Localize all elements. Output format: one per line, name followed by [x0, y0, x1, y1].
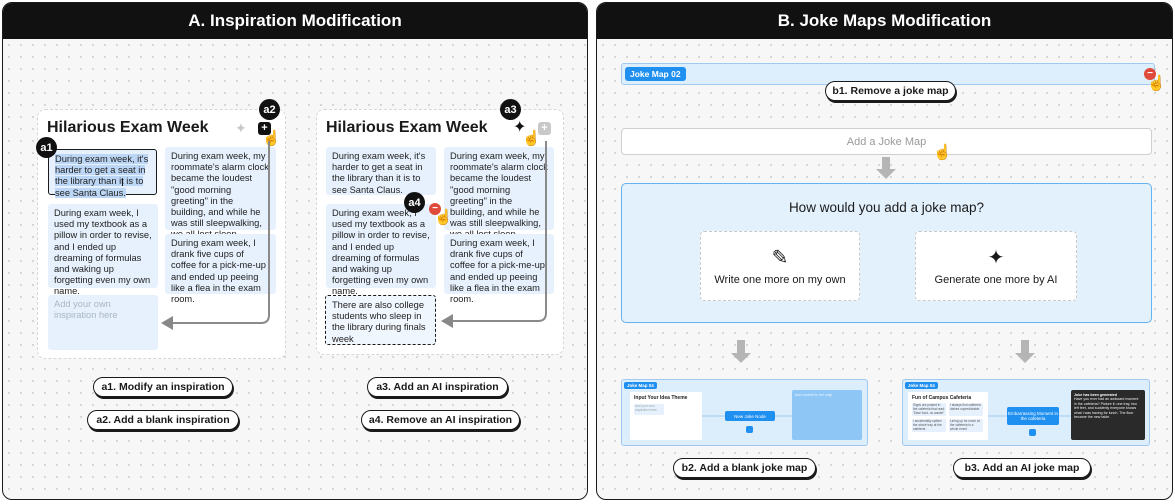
- label-a2: a2. Add a blank inspiration: [87, 410, 239, 430]
- ai-joke-map-preview: Joke Map 04 Fun of Campus Cafeteria Sign…: [902, 379, 1150, 446]
- blank-joke-map-preview: Joke Map 04 Input Your Idea Theme Add yo…: [621, 379, 868, 446]
- preview-center-node: Embarrassing Moment in the cafeteria: [1007, 407, 1059, 425]
- preview-center-node: New Joke Node: [725, 411, 775, 421]
- label-a1: a1. Modify an inspiration: [93, 377, 233, 397]
- label-a3: a3. Add an AI inspiration: [367, 377, 508, 397]
- label-b2: b2. Add a blank joke map: [673, 458, 816, 478]
- label-b3: b3. Add an AI joke map: [953, 458, 1091, 478]
- preview-right-node: Add content to the map: [792, 390, 862, 440]
- label-a4: a4. Remove an AI inspiration: [361, 410, 520, 430]
- panel-joke-maps-modification: B. Joke Maps Modification Joke Map 02 − …: [596, 2, 1173, 500]
- preview-right-node: Joke has been generated Have you ever ha…: [1071, 390, 1145, 440]
- badge-a2: a2: [259, 99, 280, 120]
- preview-add-icon: [1029, 429, 1036, 436]
- badge-a3: a3: [500, 99, 521, 120]
- preview-right-body: Have you ever had an awkward moment in t…: [1074, 397, 1139, 420]
- preview-add-icon: [746, 426, 753, 433]
- badge-a4: a4: [404, 192, 425, 213]
- panel-inspiration-modification: A. Inspiration Modification Hilarious Ex…: [2, 2, 588, 500]
- badge-a1: a1: [36, 137, 57, 158]
